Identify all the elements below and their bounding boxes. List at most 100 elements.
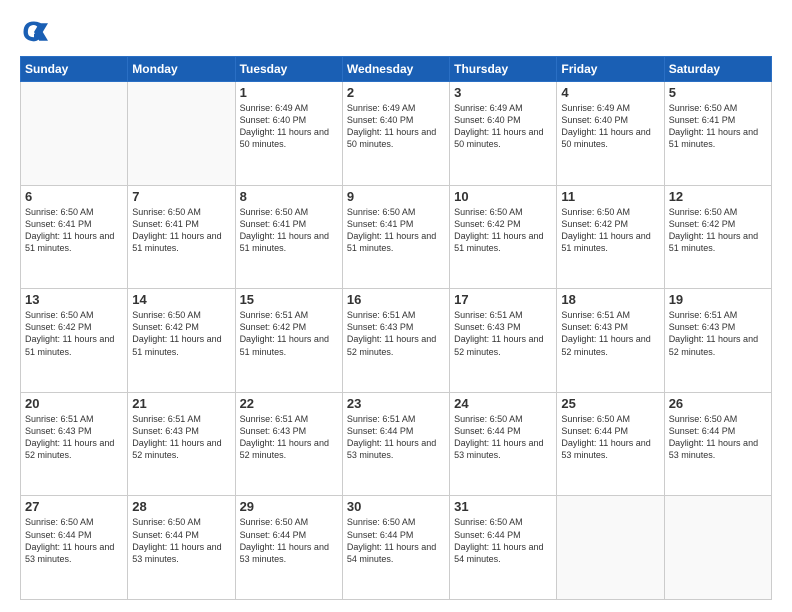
calendar-cell: 29Sunrise: 6:50 AM Sunset: 6:44 PM Dayli… (235, 496, 342, 600)
day-number: 12 (669, 189, 767, 204)
cell-info: Sunrise: 6:50 AM Sunset: 6:41 PM Dayligh… (25, 206, 123, 255)
day-number: 20 (25, 396, 123, 411)
day-number: 26 (669, 396, 767, 411)
calendar-cell: 3Sunrise: 6:49 AM Sunset: 6:40 PM Daylig… (450, 82, 557, 186)
day-number: 19 (669, 292, 767, 307)
calendar-cell: 6 Sunrise: 6:50 AM Sunset: 6:41 PM Daylig… (21, 185, 128, 289)
day-number: 13 (25, 292, 123, 307)
day-number: 18 (561, 292, 659, 307)
header (20, 18, 772, 46)
cell-info: Sunrise: 6:50 AM Sunset: 6:44 PM Dayligh… (347, 516, 445, 565)
day-number: 14 (132, 292, 230, 307)
cell-info: Sunrise: 6:50 AM Sunset: 6:44 PM Dayligh… (25, 516, 123, 565)
cell-info: Sunrise: 6:49 AM Sunset: 6:40 PM Dayligh… (347, 102, 445, 151)
calendar-cell: 27Sunrise: 6:50 AM Sunset: 6:44 PM Dayli… (21, 496, 128, 600)
cell-info: Sunrise: 6:50 AM Sunset: 6:41 PM Dayligh… (347, 206, 445, 255)
calendar-week-row: 20 Sunrise: 6:51 AM Sunset: 6:43 PM Dayli… (21, 392, 772, 496)
day-number: 1 (240, 85, 338, 100)
cell-info: Sunrise: 6:50 AM Sunset: 6:44 PM Dayligh… (454, 516, 552, 565)
day-number: 5 (669, 85, 767, 100)
calendar-cell: 28 Sunrise: 6:50 AM Sunset: 6:44 PM Dayli… (128, 496, 235, 600)
calendar-table: SundayMondayTuesdayWednesdayThursdayFrid… (20, 56, 772, 600)
calendar-body: 1 Sunrise: 6:49 AM Sunset: 6:40 PM Daylig… (21, 82, 772, 600)
day-number: 8 (240, 189, 338, 204)
cell-info: Sunrise: 6:50 AM Sunset: 6:41 PM Dayligh… (132, 206, 230, 255)
cell-info: Sunrise: 6:50 AM Sunset: 6:42 PM Dayligh… (454, 206, 552, 255)
calendar-cell: 21Sunrise: 6:51 AM Sunset: 6:43 PM Dayli… (128, 392, 235, 496)
logo-icon (20, 18, 48, 46)
day-number: 16 (347, 292, 445, 307)
weekday-header: Friday (557, 57, 664, 82)
cell-info: Sunrise: 6:51 AM Sunset: 6:43 PM Dayligh… (347, 309, 445, 358)
calendar-cell: 8Sunrise: 6:50 AM Sunset: 6:41 PM Daylig… (235, 185, 342, 289)
calendar-cell (664, 496, 771, 600)
calendar-cell: 19 Sunrise: 6:51 AM Sunset: 6:43 PM Dayli… (664, 289, 771, 393)
day-number: 2 (347, 85, 445, 100)
calendar-cell: 20 Sunrise: 6:51 AM Sunset: 6:43 PM Dayli… (21, 392, 128, 496)
cell-info: Sunrise: 6:50 AM Sunset: 6:42 PM Dayligh… (25, 309, 123, 358)
calendar-week-row: 1 Sunrise: 6:49 AM Sunset: 6:40 PM Daylig… (21, 82, 772, 186)
cell-info: Sunrise: 6:50 AM Sunset: 6:44 PM Dayligh… (132, 516, 230, 565)
cell-info: Sunrise: 6:51 AM Sunset: 6:43 PM Dayligh… (669, 309, 767, 358)
day-number: 28 (132, 499, 230, 514)
cell-info: Sunrise: 6:50 AM Sunset: 6:44 PM Dayligh… (669, 413, 767, 462)
day-number: 22 (240, 396, 338, 411)
calendar-cell (557, 496, 664, 600)
calendar-cell: 22Sunrise: 6:51 AM Sunset: 6:43 PM Dayli… (235, 392, 342, 496)
day-number: 24 (454, 396, 552, 411)
day-number: 7 (132, 189, 230, 204)
cell-info: Sunrise: 6:49 AM Sunset: 6:40 PM Dayligh… (561, 102, 659, 151)
cell-info: Sunrise: 6:51 AM Sunset: 6:42 PM Dayligh… (240, 309, 338, 358)
weekday-header: Thursday (450, 57, 557, 82)
day-number: 29 (240, 499, 338, 514)
cell-info: Sunrise: 6:50 AM Sunset: 6:42 PM Dayligh… (669, 206, 767, 255)
calendar-cell: 11Sunrise: 6:50 AM Sunset: 6:42 PM Dayli… (557, 185, 664, 289)
cell-info: Sunrise: 6:50 AM Sunset: 6:42 PM Dayligh… (132, 309, 230, 358)
calendar-cell: 24 Sunrise: 6:50 AM Sunset: 6:44 PM Dayli… (450, 392, 557, 496)
calendar-week-row: 13 Sunrise: 6:50 AM Sunset: 6:42 PM Dayli… (21, 289, 772, 393)
day-number: 6 (25, 189, 123, 204)
calendar-cell: 2 Sunrise: 6:49 AM Sunset: 6:40 PM Daylig… (342, 82, 449, 186)
cell-info: Sunrise: 6:50 AM Sunset: 6:41 PM Dayligh… (669, 102, 767, 151)
calendar-cell: 1 Sunrise: 6:49 AM Sunset: 6:40 PM Daylig… (235, 82, 342, 186)
calendar-cell: 26 Sunrise: 6:50 AM Sunset: 6:44 PM Dayli… (664, 392, 771, 496)
day-number: 25 (561, 396, 659, 411)
cell-info: Sunrise: 6:51 AM Sunset: 6:44 PM Dayligh… (347, 413, 445, 462)
day-number: 10 (454, 189, 552, 204)
cell-info: Sunrise: 6:51 AM Sunset: 6:43 PM Dayligh… (132, 413, 230, 462)
cell-info: Sunrise: 6:50 AM Sunset: 6:44 PM Dayligh… (561, 413, 659, 462)
calendar-cell: 17 Sunrise: 6:51 AM Sunset: 6:43 PM Dayli… (450, 289, 557, 393)
cell-info: Sunrise: 6:51 AM Sunset: 6:43 PM Dayligh… (25, 413, 123, 462)
calendar-cell: 23Sunrise: 6:51 AM Sunset: 6:44 PM Dayli… (342, 392, 449, 496)
day-number: 30 (347, 499, 445, 514)
calendar-cell: 18 Sunrise: 6:51 AM Sunset: 6:43 PM Dayli… (557, 289, 664, 393)
calendar-cell: 4Sunrise: 6:49 AM Sunset: 6:40 PM Daylig… (557, 82, 664, 186)
day-number: 9 (347, 189, 445, 204)
logo (20, 18, 52, 46)
cell-info: Sunrise: 6:49 AM Sunset: 6:40 PM Dayligh… (240, 102, 338, 151)
calendar-cell: 12 Sunrise: 6:50 AM Sunset: 6:42 PM Dayli… (664, 185, 771, 289)
day-number: 17 (454, 292, 552, 307)
calendar-cell (21, 82, 128, 186)
cell-info: Sunrise: 6:51 AM Sunset: 6:43 PM Dayligh… (454, 309, 552, 358)
calendar-cell: 10 Sunrise: 6:50 AM Sunset: 6:42 PM Dayli… (450, 185, 557, 289)
calendar-cell (128, 82, 235, 186)
calendar-cell: 5 Sunrise: 6:50 AM Sunset: 6:41 PM Daylig… (664, 82, 771, 186)
calendar-cell: 31 Sunrise: 6:50 AM Sunset: 6:44 PM Dayli… (450, 496, 557, 600)
day-number: 31 (454, 499, 552, 514)
calendar-cell: 15 Sunrise: 6:51 AM Sunset: 6:42 PM Dayli… (235, 289, 342, 393)
cell-info: Sunrise: 6:51 AM Sunset: 6:43 PM Dayligh… (561, 309, 659, 358)
calendar-cell: 7 Sunrise: 6:50 AM Sunset: 6:41 PM Daylig… (128, 185, 235, 289)
calendar-cell: 16 Sunrise: 6:51 AM Sunset: 6:43 PM Dayli… (342, 289, 449, 393)
weekday-header: Saturday (664, 57, 771, 82)
calendar-cell: 14 Sunrise: 6:50 AM Sunset: 6:42 PM Dayli… (128, 289, 235, 393)
weekday-header-row: SundayMondayTuesdayWednesdayThursdayFrid… (21, 57, 772, 82)
day-number: 11 (561, 189, 659, 204)
cell-info: Sunrise: 6:50 AM Sunset: 6:44 PM Dayligh… (454, 413, 552, 462)
calendar-week-row: 6 Sunrise: 6:50 AM Sunset: 6:41 PM Daylig… (21, 185, 772, 289)
calendar-cell: 13 Sunrise: 6:50 AM Sunset: 6:42 PM Dayli… (21, 289, 128, 393)
day-number: 15 (240, 292, 338, 307)
weekday-header: Monday (128, 57, 235, 82)
cell-info: Sunrise: 6:49 AM Sunset: 6:40 PM Dayligh… (454, 102, 552, 151)
calendar-cell: 25 Sunrise: 6:50 AM Sunset: 6:44 PM Dayli… (557, 392, 664, 496)
